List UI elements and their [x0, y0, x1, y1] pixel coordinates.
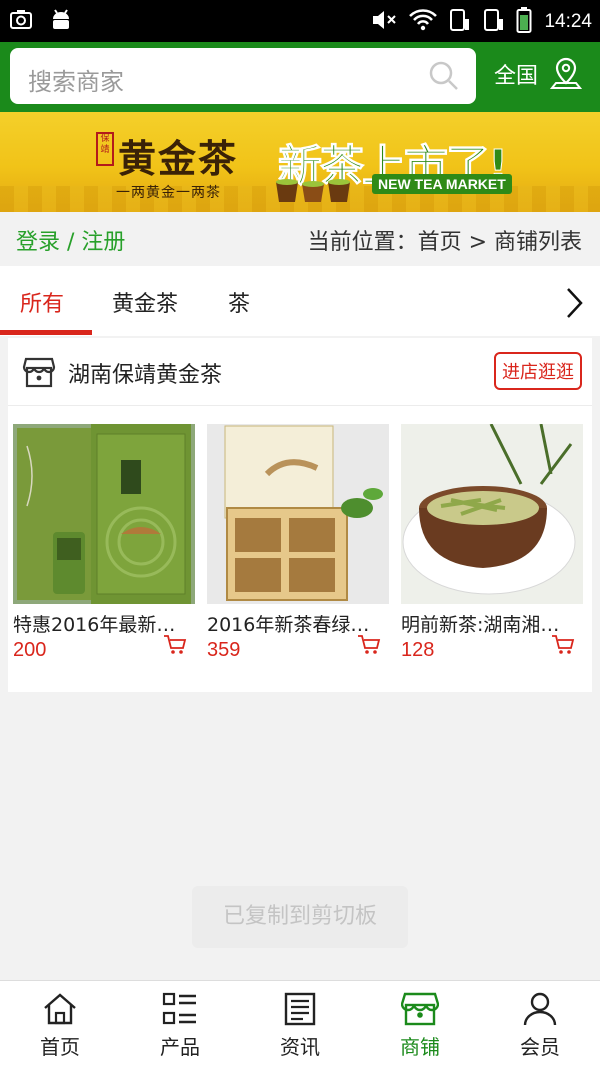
product-name[interactable]: 特惠2016年最新…: [13, 610, 189, 637]
member-icon: [521, 991, 559, 1031]
store-header[interactable]: 湖南保靖黄金茶 进店逛逛: [8, 338, 592, 406]
android-icon: [48, 7, 74, 37]
banner-seal: 保靖: [96, 132, 114, 166]
nav-home[interactable]: 首页: [0, 981, 120, 1067]
banner-english-tag: NEW TEA MARKET: [372, 174, 512, 194]
status-bar: 14:24: [0, 0, 600, 42]
visit-store-button[interactable]: 进店逛逛: [494, 352, 582, 390]
product-card[interactable]: 2016年新茶春绿… 359: [207, 424, 389, 662]
battery-icon: [516, 6, 532, 38]
product-card[interactable]: 特惠2016年最新… 200: [13, 424, 195, 662]
home-icon: [41, 991, 79, 1031]
product-list-icon: [161, 991, 199, 1031]
nav-products-label: 产品: [160, 1035, 200, 1059]
sim1-signal-icon: [448, 7, 472, 37]
cart-icon[interactable]: [551, 634, 575, 660]
sim2-signal-icon: [482, 7, 506, 37]
shop-icon: [400, 991, 440, 1031]
nav-member-label: 会员: [520, 1035, 560, 1059]
bottom-nav: 首页 产品 资讯 商铺 会员: [0, 980, 600, 1067]
nav-home-label: 首页: [40, 1035, 80, 1059]
nav-shops-label: 商铺: [400, 1035, 440, 1059]
cart-icon[interactable]: [357, 634, 381, 660]
region-selector[interactable]: 全国: [494, 58, 538, 90]
product-image[interactable]: [401, 424, 583, 604]
banner-brand: 黄金茶: [118, 136, 239, 181]
breadcrumb-bar: 登录 / 注册 当前位置：首页 > 商铺列表: [0, 212, 600, 266]
product-image[interactable]: [207, 424, 389, 604]
cart-icon[interactable]: [163, 634, 187, 660]
nav-news-label: 资讯: [280, 1035, 320, 1059]
news-icon: [281, 991, 319, 1031]
tea-cups-graphic: [276, 179, 350, 202]
top-header: 搜索商家 全国: [0, 42, 600, 112]
login-register-link[interactable]: 登录 / 注册: [16, 224, 125, 256]
tab-golden-tea[interactable]: 黄金茶: [112, 286, 178, 318]
store-name[interactable]: 湖南保靖黄金茶: [68, 357, 222, 389]
screenshot-icon: [8, 7, 34, 37]
tab-all[interactable]: 所有: [20, 286, 64, 318]
search-input[interactable]: 搜索商家: [10, 48, 476, 104]
chevron-right-icon[interactable]: [562, 286, 586, 324]
promo-banner[interactable]: 保靖 黄金茶 一两黄金一两茶 新茶上市了! NEW TEA MARKET: [0, 112, 600, 212]
category-tabs: 所有 黄金茶 茶: [0, 266, 600, 336]
search-placeholder: 搜索商家: [28, 68, 124, 96]
status-time: 14:24: [544, 11, 592, 32]
wifi-icon: [408, 7, 438, 37]
mute-icon: [370, 7, 398, 37]
search-icon[interactable]: [428, 60, 460, 96]
product-card[interactable]: 明前新茶:湖南湘… 128: [401, 424, 583, 662]
tab-tea[interactable]: 茶: [228, 286, 250, 318]
location-pin-icon[interactable]: [549, 56, 583, 94]
nav-products[interactable]: 产品: [120, 981, 240, 1067]
copied-toast: 已复制到剪切板: [192, 886, 408, 948]
nav-news[interactable]: 资讯: [240, 981, 360, 1067]
nav-member[interactable]: 会员: [480, 981, 600, 1067]
active-tab-indicator: [0, 330, 92, 335]
store-icon: [22, 354, 56, 394]
product-image[interactable]: [13, 424, 195, 604]
product-name[interactable]: 2016年新茶春绿…: [207, 610, 383, 637]
store-card: 湖南保靖黄金茶 进店逛逛 特惠2016年最新… 200 2016年新茶春绿… 3…: [8, 338, 592, 692]
nav-shops[interactable]: 商铺: [360, 981, 480, 1067]
banner-slogan: 一两黄金一两茶: [116, 185, 221, 201]
product-name[interactable]: 明前新茶:湖南湘…: [401, 610, 577, 637]
breadcrumb: 当前位置：首页 > 商铺列表: [307, 230, 582, 255]
